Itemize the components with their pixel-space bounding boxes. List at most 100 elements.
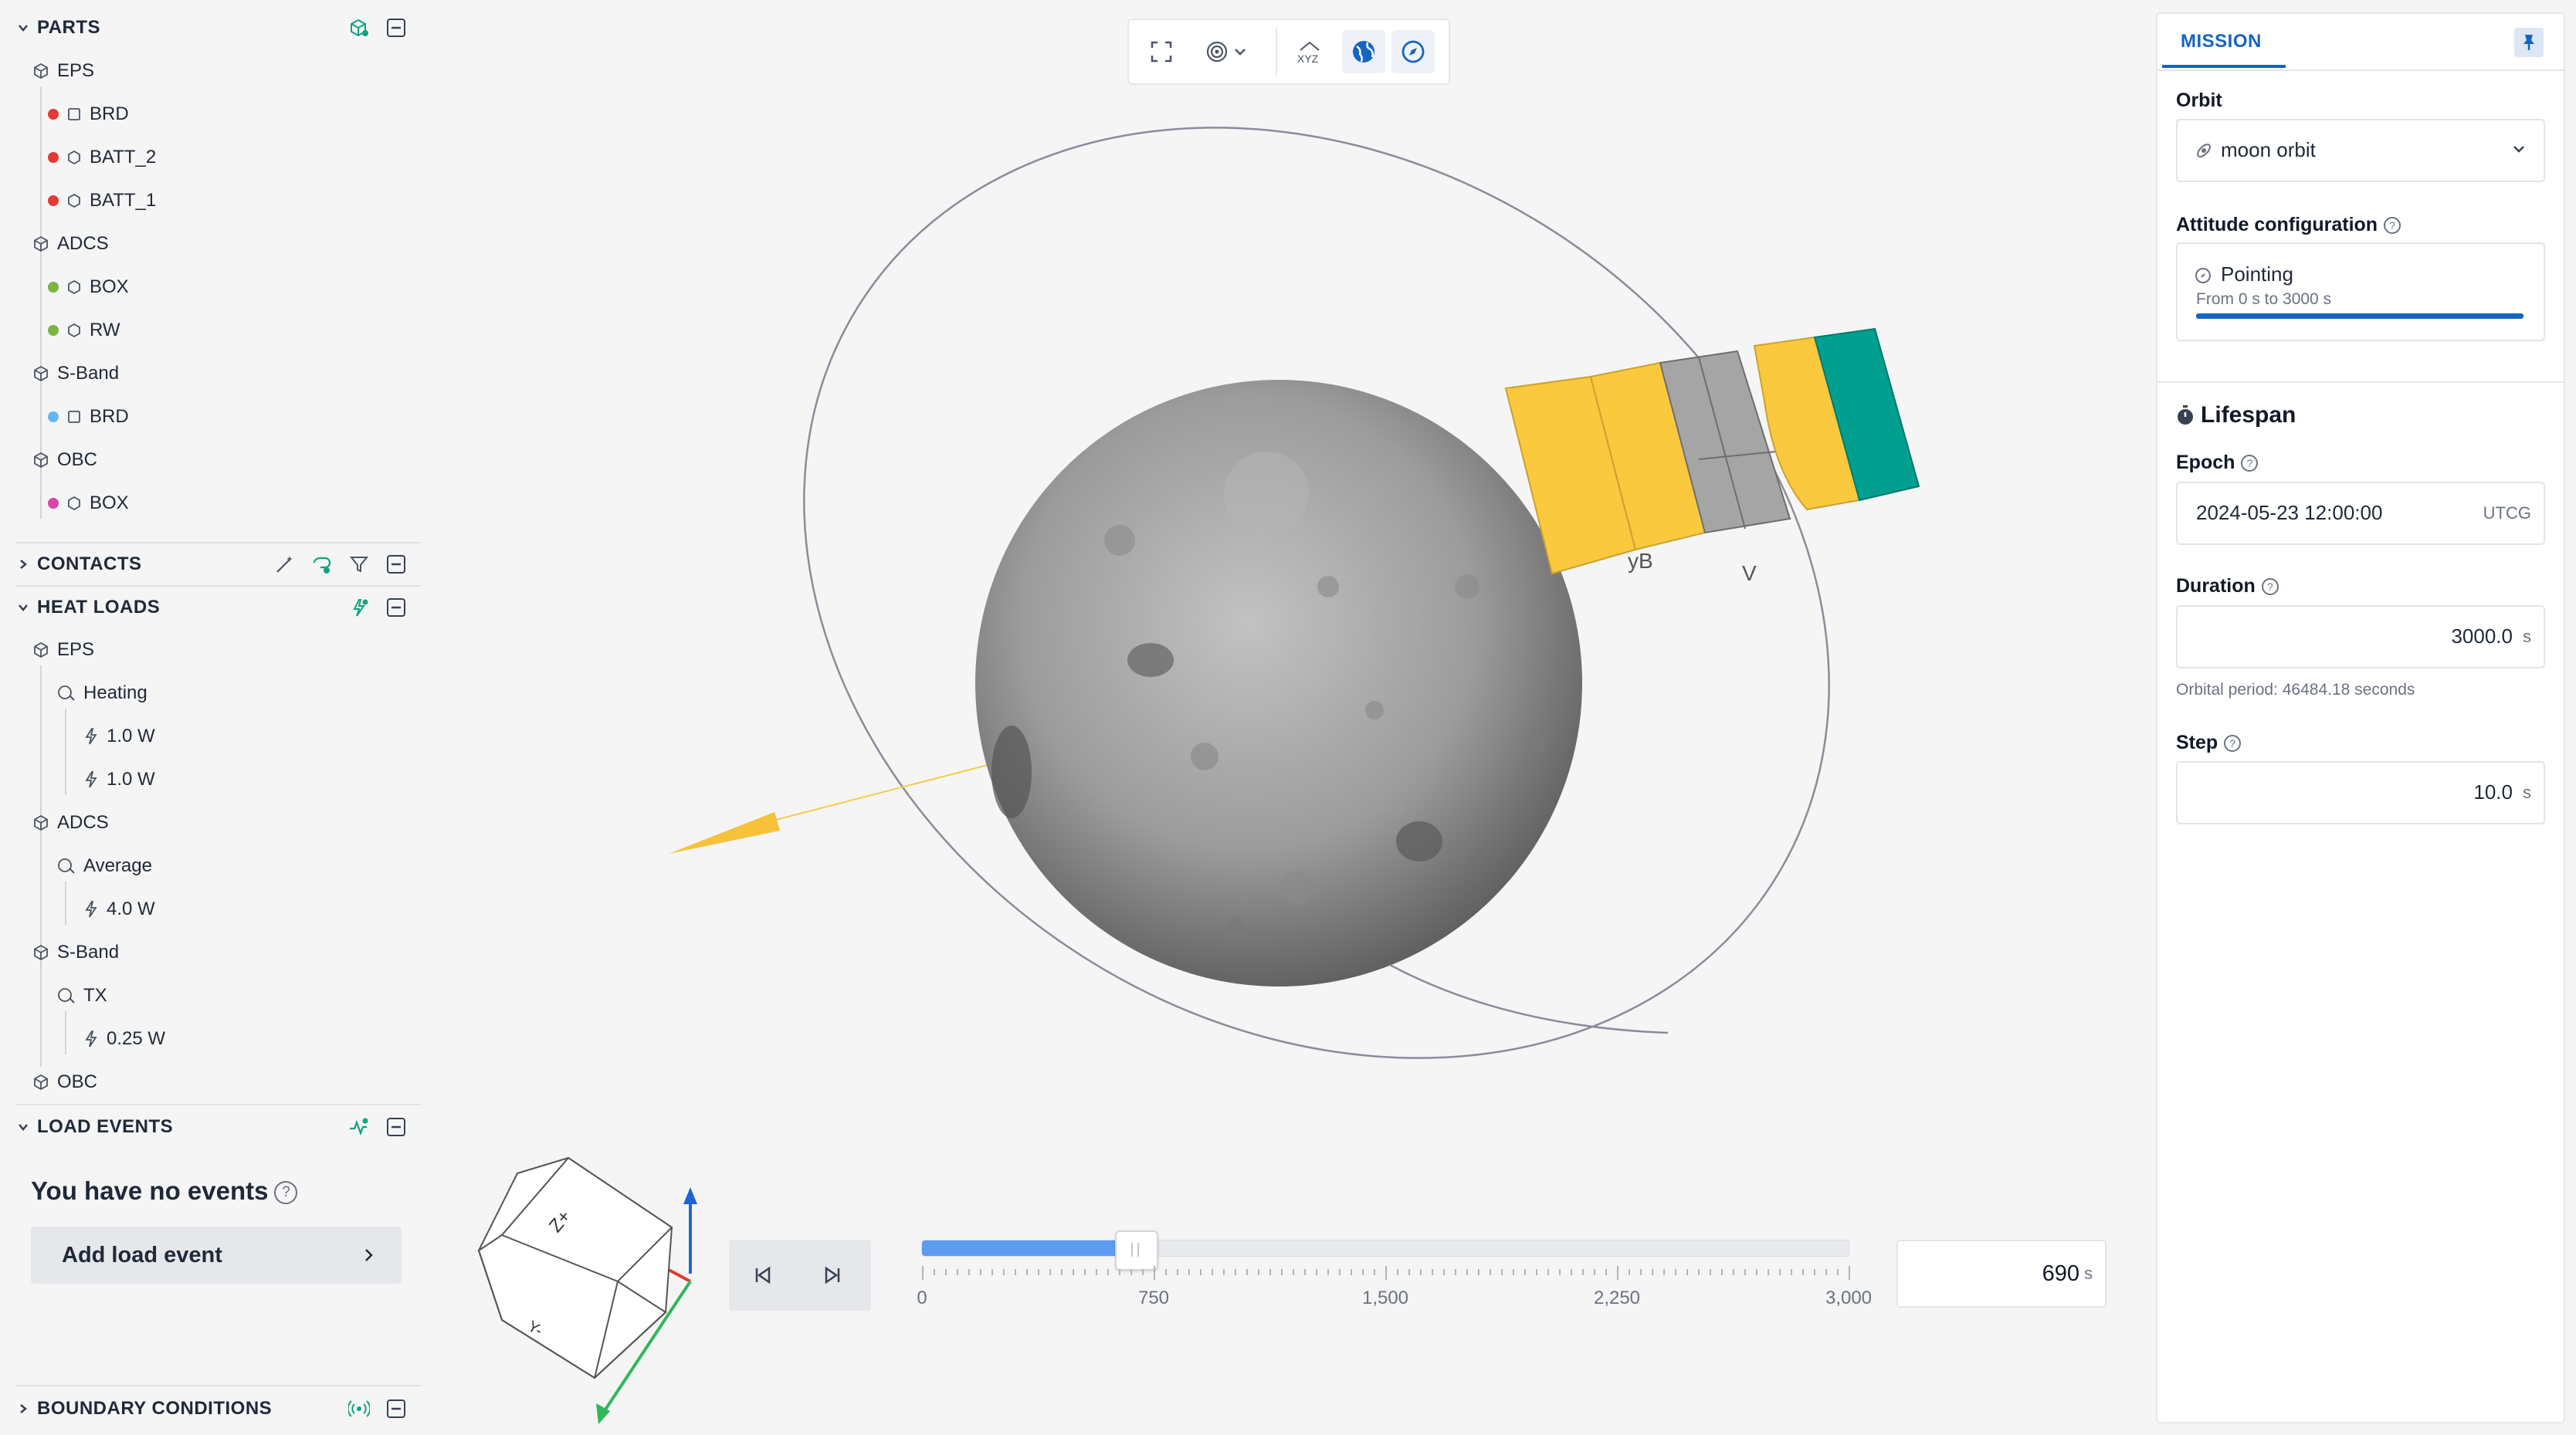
slider-tick — [1629, 1269, 1630, 1275]
boundary-header[interactable]: BOUNDARY CONDITIONS — [0, 1388, 421, 1430]
tree-line — [65, 1011, 66, 1054]
part-group[interactable]: EPS — [32, 56, 94, 86]
help-icon[interactable]: ? — [2384, 217, 2401, 235]
step-label: Step? — [2176, 732, 2242, 754]
add-load-event-icon[interactable] — [346, 1114, 372, 1140]
playback-controls — [729, 1240, 871, 1311]
part-item[interactable]: BATT_1 — [48, 185, 156, 216]
chevron-right-icon[interactable] — [15, 557, 31, 572]
part-group[interactable]: OBC — [32, 445, 97, 476]
slider-major-tick — [1849, 1266, 1850, 1280]
satellite-model — [1504, 327, 1920, 575]
help-icon[interactable]: ? — [2241, 455, 2259, 472]
collapse-boundary-icon[interactable] — [383, 1396, 409, 1422]
fullscreen-button[interactable] — [1140, 30, 1183, 73]
heat-value[interactable]: 4.0 W — [83, 894, 155, 925]
duration-input[interactable]: 3000.0 s — [2176, 605, 2545, 668]
tab-mission[interactable]: MISSION — [2162, 14, 2286, 69]
part-item-label: RW — [90, 320, 120, 340]
load-events-header[interactable]: LOAD EVENTS — [0, 1106, 421, 1148]
add-contact-icon[interactable] — [309, 551, 335, 577]
heat-group[interactable]: EPS — [32, 635, 94, 665]
heat-load[interactable]: Heating — [56, 678, 147, 709]
heat-group[interactable]: ADCS — [32, 807, 109, 838]
heat-value[interactable]: 0.25 W — [83, 1024, 165, 1054]
slider-tick — [1374, 1269, 1375, 1275]
add-load-event-button[interactable]: Add load event — [31, 1227, 402, 1284]
target-dropdown-button[interactable] — [1197, 30, 1256, 73]
duration-value: 3000.0 — [2451, 624, 2513, 648]
pin-button[interactable] — [2514, 28, 2544, 57]
slider-handle[interactable] — [1115, 1230, 1158, 1271]
help-icon[interactable]: ? — [2224, 735, 2242, 753]
heat-load[interactable]: Average — [56, 851, 152, 882]
chevron-right-icon[interactable] — [15, 1401, 31, 1416]
slider-tick — [1547, 1269, 1549, 1275]
viewport-toolbar: XYZ — [1127, 19, 1450, 85]
heat-load[interactable]: TX — [56, 980, 107, 1011]
collapse-heat-loads-icon[interactable] — [383, 594, 409, 621]
chevron-down-icon[interactable] — [15, 600, 31, 615]
part-item[interactable]: RW — [48, 315, 120, 346]
fullscreen-icon — [1151, 41, 1172, 63]
slider-tick — [1258, 1269, 1259, 1275]
slider-major-tick — [1154, 1266, 1155, 1280]
time-value: 690 — [2042, 1261, 2079, 1286]
slider-tick — [1420, 1269, 1422, 1275]
collapse-parts-icon[interactable] — [383, 15, 409, 41]
compass-button[interactable] — [1391, 30, 1435, 73]
globe-view-button[interactable] — [1342, 30, 1385, 73]
part-group[interactable]: S-Band — [32, 358, 119, 389]
collapse-load-events-icon[interactable] — [383, 1114, 409, 1140]
part-item[interactable]: BOX — [48, 488, 129, 519]
contacts-header[interactable]: CONTACTS — [0, 543, 421, 585]
attitude-label-text: Attitude configuration — [2176, 214, 2378, 235]
help-icon[interactable]: ? — [2261, 578, 2279, 596]
slider-tick — [1362, 1269, 1364, 1275]
magic-wand-icon[interactable] — [272, 551, 298, 577]
part-item[interactable]: BRD — [48, 401, 129, 432]
add-part-icon[interactable] — [346, 15, 372, 41]
broadcast-icon[interactable] — [346, 1396, 372, 1422]
chevron-down-icon[interactable] — [15, 1119, 31, 1135]
time-value-input[interactable]: 690 s — [1896, 1240, 2107, 1308]
heat-value[interactable]: 1.0 W — [83, 764, 155, 795]
timeline-slider[interactable]: 0 750 1,500 2,250 3,000 — [917, 1230, 1872, 1320]
heat-group-icon — [32, 1074, 49, 1091]
skip-back-button[interactable] — [744, 1257, 781, 1294]
heat-value-icon — [83, 727, 99, 746]
slider-tick — [1663, 1269, 1665, 1275]
slider-tick — [1466, 1269, 1468, 1275]
xyz-axes-button[interactable]: XYZ — [1288, 30, 1331, 73]
filter-icon[interactable] — [346, 551, 372, 577]
collapse-contacts-icon[interactable] — [383, 551, 409, 577]
part-group[interactable]: ADCS — [32, 228, 109, 259]
skip-forward-button[interactable] — [814, 1257, 851, 1294]
time-unit: s — [2084, 1264, 2093, 1283]
part-item[interactable]: BOX — [48, 272, 129, 303]
attitude-card[interactable]: Pointing From 0 s to 3000 s — [2176, 242, 2545, 341]
slider-tick — [1513, 1269, 1514, 1275]
attitude-label: Attitude configuration? — [2176, 214, 2401, 236]
epoch-input[interactable]: 2024-05-23 12:00:00 UTCG — [2176, 482, 2545, 545]
orbit-label: Orbit — [2176, 90, 2222, 111]
slider-tick — [1026, 1269, 1028, 1275]
chevron-down-icon[interactable] — [15, 20, 31, 36]
heat-group[interactable]: S-Band — [32, 937, 119, 968]
slider-tick — [1443, 1269, 1445, 1275]
parts-header[interactable]: PARTS — [0, 7, 421, 49]
part-item-label: BRD — [90, 406, 129, 427]
step-input[interactable]: 10.0 s — [2176, 761, 2545, 824]
orbit-select[interactable]: moon orbit — [2176, 119, 2545, 182]
orientation-cube[interactable]: Z+ Y- — [477, 1156, 697, 1424]
part-item[interactable]: BATT_2 — [48, 142, 156, 173]
help-icon[interactable]: ? — [274, 1181, 298, 1205]
3d-viewport[interactable]: yB V Z+ Y- — [421, 0, 2154, 1435]
heat-value[interactable]: 1.0 W — [83, 721, 155, 752]
heat-group[interactable]: OBC — [32, 1067, 97, 1098]
heat-loads-header[interactable]: HEAT LOADS — [0, 587, 421, 628]
add-heat-load-icon[interactable] — [346, 594, 372, 621]
part-item[interactable]: BRD — [48, 99, 129, 130]
no-events-text: You have no events? — [31, 1176, 298, 1206]
status-dot — [48, 152, 59, 163]
